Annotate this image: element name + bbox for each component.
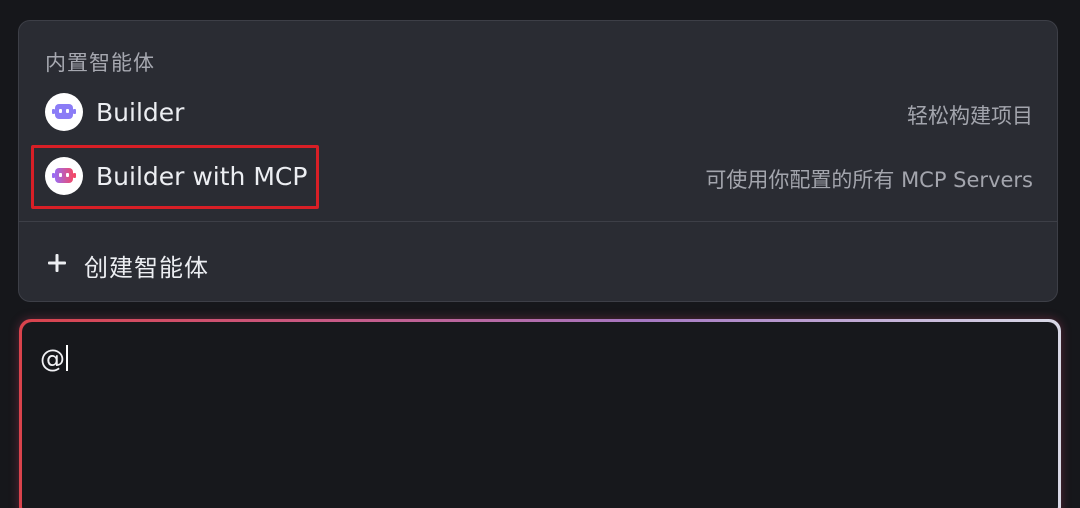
agent-dropdown: 内置智能体 Builder 轻松构建项目 Builder with MCP 可使… [18,20,1058,302]
chat-input-value: @ [40,344,65,373]
agent-description: 可使用你配置的所有 MCP Servers [705,168,1033,192]
chat-input[interactable]: @ [22,322,1058,508]
plus-icon [48,254,66,272]
agent-option-builder[interactable]: Builder 轻松构建项目 [31,84,1045,142]
agent-name: Builder [96,98,185,127]
agent-description: 轻松构建项目 [907,104,1033,128]
chat-screen: 内置智能体 Builder 轻松构建项目 Builder with MCP 可使… [0,0,1080,508]
chat-input-text: @ [40,344,68,373]
highlight-annotation-box [31,145,319,209]
text-caret [66,345,68,371]
create-agent-button[interactable]: 创建智能体 [31,235,331,291]
create-agent-label: 创建智能体 [84,254,209,282]
menu-divider [19,221,1057,222]
chat-input-frame: @ [19,319,1061,508]
robot-icon [45,93,83,131]
section-title-builtin-agents: 内置智能体 [45,51,155,75]
